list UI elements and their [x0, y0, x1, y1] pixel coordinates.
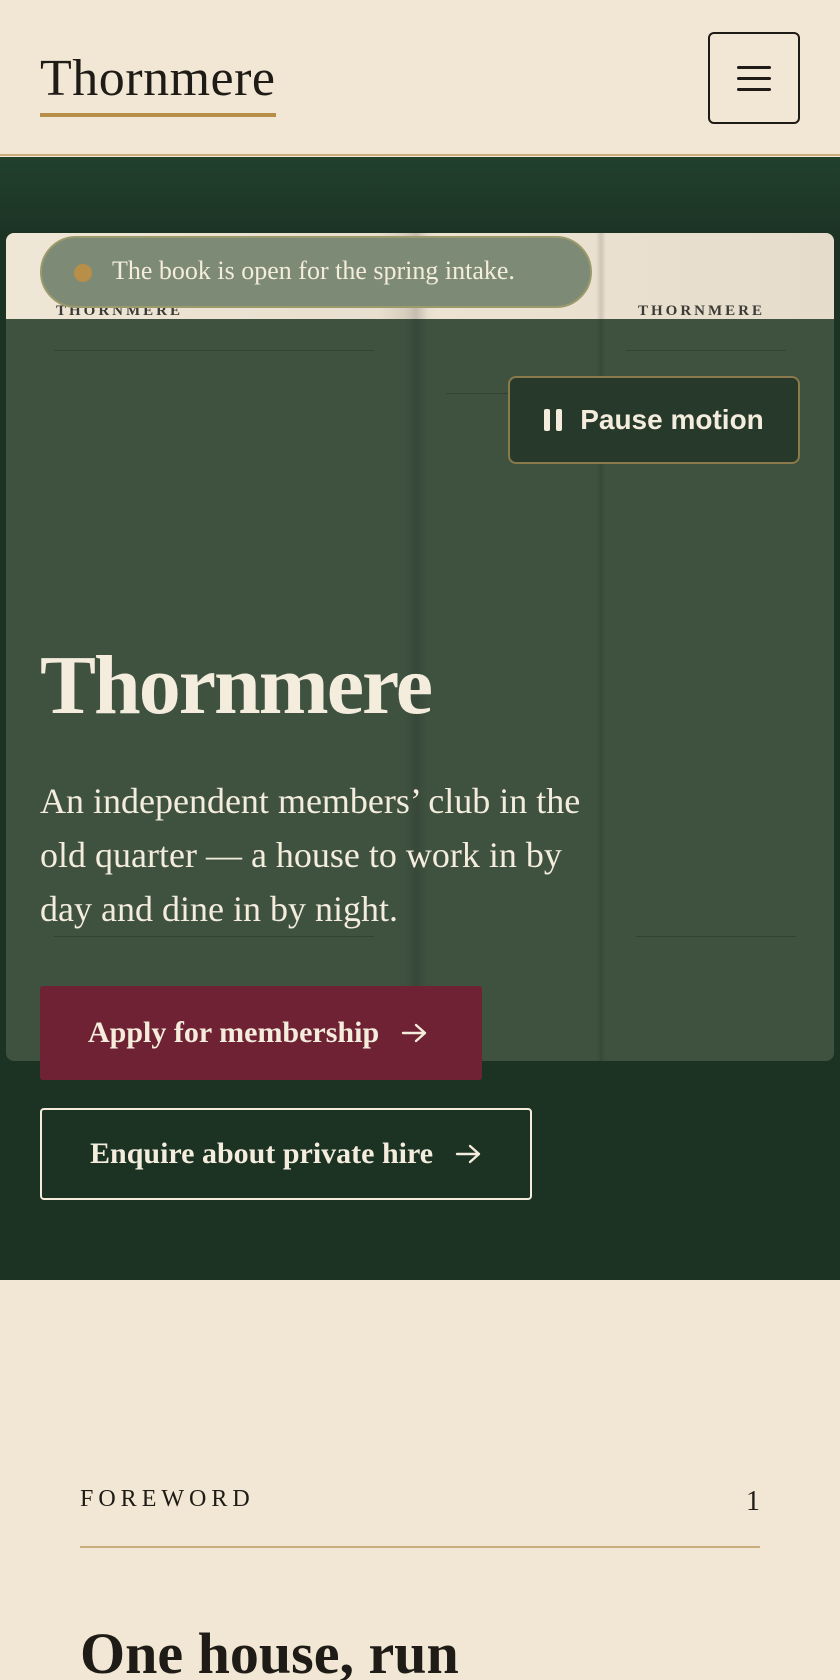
section-heading: One house, run — [80, 1621, 459, 1680]
hero-section: THORNMERE THORNMERE The book is open for… — [0, 157, 840, 1280]
hamburger-menu-icon — [737, 65, 771, 69]
private-hire-label: Enquire about private hire — [90, 1137, 434, 1170]
hamburger-menu-icon-bar — [737, 87, 771, 91]
hero-lede: An independent members’ club in the old … — [40, 781, 581, 929]
private-hire-button[interactable]: Enquire about private hire — [40, 1108, 532, 1200]
book-rule — [636, 936, 796, 937]
hamburger-menu-icon-bar — [737, 76, 771, 80]
arrow-right-icon — [401, 1023, 427, 1043]
menu-button[interactable] — [708, 32, 800, 124]
section-eyebrow: FOREWORD — [80, 1486, 255, 1512]
arrow-right-icon — [455, 1144, 481, 1164]
intake-notice: The book is open for the spring intake. — [40, 236, 592, 308]
intake-notice-text: The book is open for the spring intake. — [112, 256, 515, 285]
book-rule — [626, 350, 786, 351]
hero-title: Thornmere — [40, 639, 433, 732]
pause-motion-label: Pause motion — [580, 404, 764, 435]
apply-membership-button[interactable]: Apply for membership — [40, 986, 482, 1080]
pause-icon — [544, 409, 563, 431]
apply-membership-label: Apply for membership — [88, 1016, 380, 1049]
site-header: Thornmere — [0, 0, 840, 156]
book-rule — [54, 936, 374, 937]
running-head-right: THORNMERE — [638, 303, 766, 319]
site-logo[interactable]: Thornmere — [40, 48, 276, 117]
book-rule — [54, 350, 374, 351]
status-dot-icon — [74, 264, 92, 282]
section-page-number: 1 — [746, 1486, 760, 1517]
section-divider — [80, 1546, 760, 1548]
book-page-fold — [596, 233, 606, 1061]
pause-motion-button[interactable]: Pause motion — [508, 376, 800, 464]
hero-glow — [0, 157, 840, 237]
